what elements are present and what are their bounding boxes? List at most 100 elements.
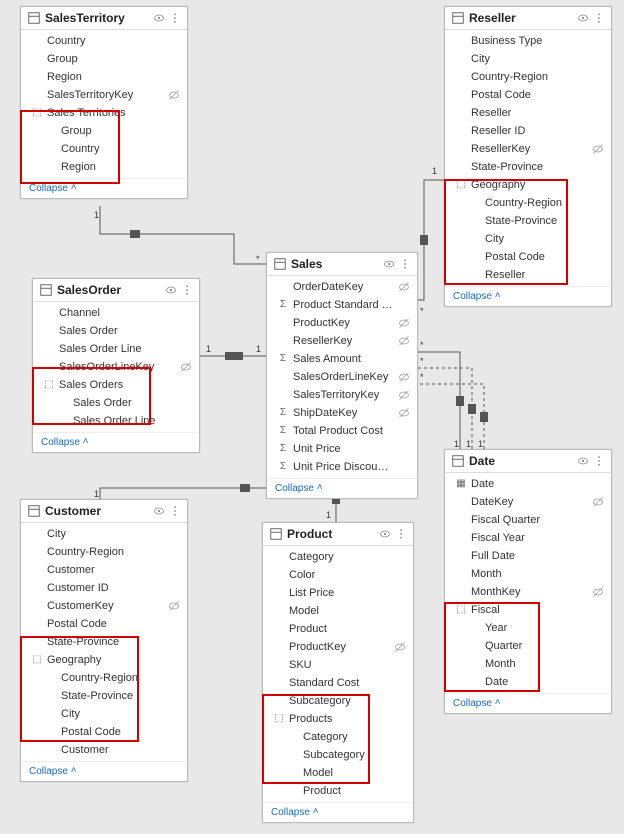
more-icon[interactable] — [593, 12, 605, 24]
field-row[interactable]: Reseller ID — [445, 122, 611, 140]
field-row[interactable]: State-Province — [445, 212, 611, 230]
field-row[interactable]: City — [21, 705, 187, 723]
field-row[interactable]: ΣUnit Price — [267, 440, 417, 458]
more-icon[interactable] — [181, 284, 193, 296]
field-row[interactable]: Sales Order Line — [33, 340, 199, 358]
field-row[interactable]: Standard Cost — [263, 674, 413, 692]
field-row[interactable]: ▦Date — [445, 475, 611, 493]
field-row[interactable]: SalesTerritoryKey — [267, 386, 417, 404]
field-row[interactable]: Quarter — [445, 637, 611, 655]
field-row[interactable]: Year — [445, 619, 611, 637]
field-row[interactable]: ΣShipDateKey — [267, 404, 417, 422]
field-row[interactable]: Month — [445, 655, 611, 673]
field-row[interactable]: ResellerKey — [445, 140, 611, 158]
field-row[interactable]: Postal Code — [445, 248, 611, 266]
field-row[interactable]: Customer — [21, 561, 187, 579]
table-product[interactable]: Product CategoryColorList PriceModelProd… — [262, 522, 414, 823]
field-row[interactable]: ⬚Sales Territories — [21, 104, 187, 122]
field-row[interactable]: Postal Code — [445, 86, 611, 104]
table-header[interactable]: Date — [445, 450, 611, 473]
field-row[interactable]: CustomerKey — [21, 597, 187, 615]
table-customer[interactable]: Customer CityCountry-RegionCustomerCusto… — [20, 499, 188, 782]
field-row[interactable]: Country-Region — [445, 68, 611, 86]
field-row[interactable]: ⬚Sales Orders — [33, 376, 199, 394]
field-row[interactable]: Customer ID — [21, 579, 187, 597]
field-row[interactable]: ResellerKey — [267, 332, 417, 350]
table-header[interactable]: Customer — [21, 500, 187, 523]
field-row[interactable]: ⬚Geography — [445, 176, 611, 194]
field-row[interactable]: State-Province — [21, 633, 187, 651]
field-row[interactable]: Reseller — [445, 266, 611, 284]
field-row[interactable]: Country — [21, 32, 187, 50]
table-date[interactable]: Date ▦DateDateKeyFiscal QuarterFiscal Ye… — [444, 449, 612, 714]
eye-icon[interactable] — [153, 12, 165, 24]
table-header[interactable]: Reseller — [445, 7, 611, 30]
collapse-link[interactable]: Collapse ˄ — [263, 802, 413, 822]
table-sales[interactable]: Sales OrderDateKeyΣProduct Standard Cost… — [266, 252, 418, 499]
field-row[interactable]: Color — [263, 566, 413, 584]
field-row[interactable]: ⬚Products — [263, 710, 413, 728]
field-row[interactable]: Postal Code — [21, 615, 187, 633]
field-row[interactable]: MonthKey — [445, 583, 611, 601]
more-icon[interactable] — [593, 455, 605, 467]
field-row[interactable]: City — [21, 525, 187, 543]
field-row[interactable]: Region — [21, 158, 187, 176]
field-row[interactable]: ProductKey — [267, 314, 417, 332]
table-reseller[interactable]: Reseller Business TypeCityCountry-Region… — [444, 6, 612, 307]
field-row[interactable]: Category — [263, 728, 413, 746]
field-row[interactable]: SalesTerritoryKey — [21, 86, 187, 104]
more-icon[interactable] — [399, 258, 411, 270]
table-header[interactable]: Product — [263, 523, 413, 546]
table-sales-territory[interactable]: SalesTerritory CountryGroupRegionSalesTe… — [20, 6, 188, 199]
field-row[interactable]: City — [445, 50, 611, 68]
collapse-link[interactable]: Collapse ˄ — [21, 761, 187, 781]
field-row[interactable]: Category — [263, 548, 413, 566]
field-row[interactable]: Full Date — [445, 547, 611, 565]
field-row[interactable]: Model — [263, 764, 413, 782]
field-row[interactable]: Postal Code — [21, 723, 187, 741]
field-row[interactable]: ΣSales Amount — [267, 350, 417, 368]
field-row[interactable]: Sales Order Line — [33, 412, 199, 430]
field-row[interactable]: City — [445, 230, 611, 248]
field-row[interactable]: Sales Order — [33, 394, 199, 412]
field-row[interactable]: Product — [263, 782, 413, 800]
field-row[interactable]: Sales Order — [33, 322, 199, 340]
field-row[interactable]: Fiscal Year — [445, 529, 611, 547]
collapse-link[interactable]: Collapse ˄ — [267, 478, 417, 498]
field-row[interactable]: Fiscal Quarter — [445, 511, 611, 529]
field-row[interactable]: Business Type — [445, 32, 611, 50]
collapse-link[interactable]: Collapse ˄ — [33, 432, 199, 452]
field-row[interactable]: ΣUnit Price Discount Pct — [267, 458, 417, 476]
field-row[interactable]: SalesOrderLineKey — [33, 358, 199, 376]
field-row[interactable]: ΣProduct Standard Cost — [267, 296, 417, 314]
field-row[interactable]: SKU — [263, 656, 413, 674]
field-row[interactable]: Channel — [33, 304, 199, 322]
field-row[interactable]: Month — [445, 565, 611, 583]
eye-icon[interactable] — [577, 12, 589, 24]
field-row[interactable]: OrderDateKey — [267, 278, 417, 296]
field-row[interactable]: ProductKey — [263, 638, 413, 656]
model-diagram-canvas[interactable]: 1 * 1 * 1 1 1 * 1 * 1 1 1 * * * SalesTer… — [0, 0, 624, 834]
field-row[interactable]: Subcategory — [263, 746, 413, 764]
field-row[interactable]: Country-Region — [21, 543, 187, 561]
field-row[interactable]: Country — [21, 140, 187, 158]
field-row[interactable]: ⬚Geography — [21, 651, 187, 669]
field-row[interactable]: Reseller — [445, 104, 611, 122]
field-row[interactable]: Region — [21, 68, 187, 86]
eye-icon[interactable] — [379, 528, 391, 540]
field-row[interactable]: Subcategory — [263, 692, 413, 710]
field-row[interactable]: Group — [21, 122, 187, 140]
eye-icon[interactable] — [577, 455, 589, 467]
field-row[interactable]: ΣTotal Product Cost — [267, 422, 417, 440]
field-row[interactable]: State-Province — [445, 158, 611, 176]
more-icon[interactable] — [169, 12, 181, 24]
collapse-link[interactable]: Collapse ˄ — [445, 286, 611, 306]
field-row[interactable]: Date — [445, 673, 611, 691]
field-row[interactable]: Group — [21, 50, 187, 68]
field-row[interactable]: State-Province — [21, 687, 187, 705]
collapse-link[interactable]: Collapse ˄ — [445, 693, 611, 713]
table-sales-order[interactable]: SalesOrder ChannelSales OrderSales Order… — [32, 278, 200, 453]
field-row[interactable]: Model — [263, 602, 413, 620]
eye-icon[interactable] — [153, 505, 165, 517]
table-header[interactable]: SalesTerritory — [21, 7, 187, 30]
